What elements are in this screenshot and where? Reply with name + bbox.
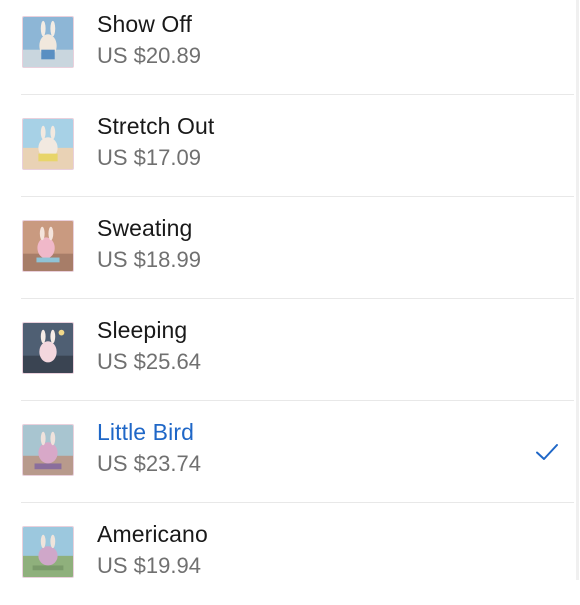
variant-title: Stretch Out xyxy=(97,113,215,139)
variant-title: Little Bird xyxy=(97,419,194,445)
variant-option-sweating[interactable]: Sweating US $18.99 xyxy=(21,197,574,299)
variant-option-sleeping[interactable]: Sleeping US $25.64 xyxy=(21,299,574,401)
americano-thumbnail xyxy=(22,526,74,578)
stretch-out-thumbnail xyxy=(22,118,74,170)
checkmark-icon xyxy=(536,444,558,460)
variant-title: Americano xyxy=(97,521,208,547)
variant-price: US $23.74 xyxy=(97,451,201,476)
variant-title: Sweating xyxy=(97,215,193,241)
variant-price: US $19.94 xyxy=(97,553,201,578)
variant-option-little-bird[interactable]: Little Bird US $23.74 xyxy=(21,401,574,503)
variant-price: US $25.64 xyxy=(97,349,201,374)
variant-option-americano[interactable]: Americano US $19.94 xyxy=(21,503,574,605)
little-bird-thumbnail xyxy=(22,424,74,476)
variant-option-stretch-out[interactable]: Stretch Out US $17.09 xyxy=(21,95,574,197)
show-off-thumbnail xyxy=(22,16,74,68)
variant-price: US $20.89 xyxy=(97,43,201,68)
variant-title: Show Off xyxy=(97,11,192,37)
sleeping-thumbnail xyxy=(22,322,74,374)
variant-list: Show Off US $20.89 Stretch Out US $17.09 xyxy=(0,0,574,605)
variant-price: US $18.99 xyxy=(97,247,201,272)
variant-price: US $17.09 xyxy=(97,145,201,170)
variant-option-show-off[interactable]: Show Off US $20.89 xyxy=(21,0,574,95)
scrollbar[interactable] xyxy=(576,0,579,580)
sweating-thumbnail xyxy=(22,220,74,272)
variant-title: Sleeping xyxy=(97,317,188,343)
